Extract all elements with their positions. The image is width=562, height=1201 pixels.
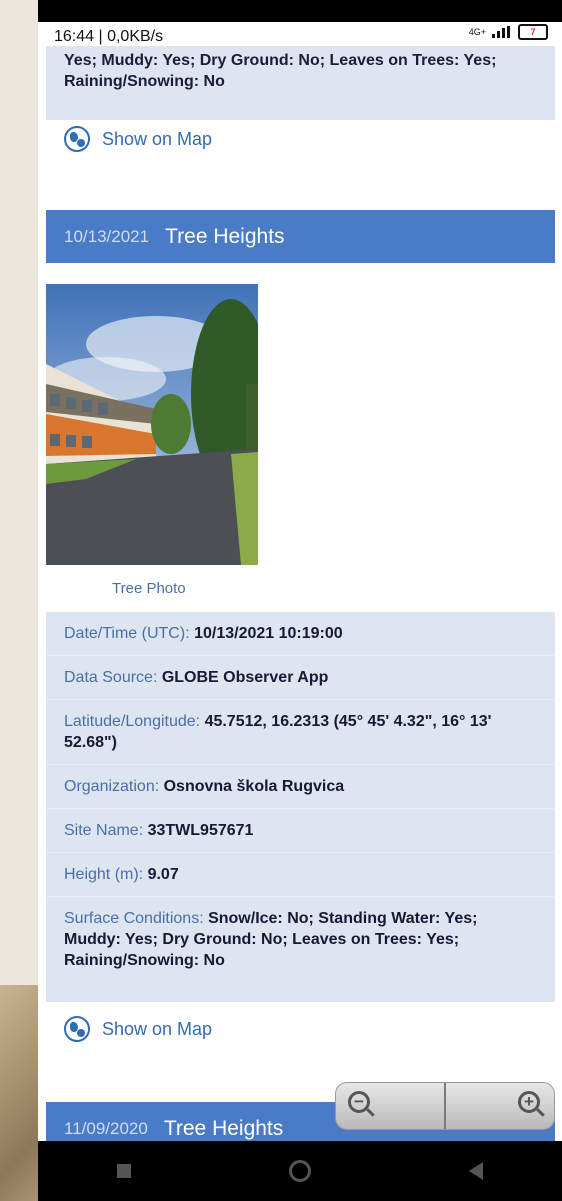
network-type: 4G+ [468, 27, 486, 37]
detail-row-organization: Organization: Osnovna škola Rugvica [46, 765, 555, 809]
nav-home-icon[interactable] [289, 1160, 311, 1182]
zoom-in-button[interactable]: + [444, 1083, 554, 1129]
detail-row-datetime: Date/Time (UTC): 10/13/2021 10:19:00 [46, 612, 555, 656]
show-on-map-label: Show on Map [102, 128, 213, 149]
entry-details: Date/Time (UTC): 10/13/2021 10:19:00 Dat… [46, 612, 555, 1002]
entry-header: 10/13/2021 Tree Heights [46, 210, 555, 263]
zoom-out-icon: − [348, 1091, 370, 1113]
detail-row-height: Height (m): 9.07 [46, 853, 555, 897]
detail-row-latlong: Latitude/Longitude: 45.7512, 16.2313 (45… [46, 700, 555, 765]
detail-row-site: Site Name: 33TWL957671 [46, 809, 555, 853]
detail-row-surface: Surface Conditions: Snow/Ice: No; Standi… [64, 910, 478, 969]
zoom-out-button[interactable]: − [336, 1083, 444, 1129]
system-nav-bar [38, 1141, 562, 1201]
globe-icon [64, 126, 90, 152]
show-on-map-label: Show on Map [102, 1018, 213, 1039]
phone-screen: 16:44 | 0,0KB/s 4G+ 7 Yes; Muddy: Yes; D… [38, 0, 562, 1201]
zoom-control: − + [335, 1082, 555, 1130]
entry-title: Tree Heights [163, 1116, 284, 1140]
show-on-map-link[interactable]: Show on Map [64, 126, 212, 152]
entry-title: Tree Heights [165, 224, 285, 248]
tree-photo[interactable] [46, 284, 258, 565]
status-icons: 4G+ 7 [469, 24, 548, 40]
surface-conditions-value: Yes; Muddy: Yes; Dry Ground: No; Leaves … [64, 52, 497, 90]
entry-date: 10/13/2021 [64, 226, 150, 246]
status-time: 16:44 | 0,0KB/s [54, 28, 164, 45]
status-bar [38, 0, 562, 22]
signal-icon [492, 26, 512, 38]
nav-recents-icon[interactable] [117, 1164, 131, 1178]
show-on-map-link[interactable]: Show on Map [64, 1016, 212, 1042]
entry-date: 11/09/2020 [64, 1118, 148, 1138]
tree-photo-caption: Tree Photo [112, 580, 186, 597]
nav-back-icon[interactable] [469, 1162, 483, 1180]
detail-row-source: Data Source: GLOBE Observer App [46, 656, 555, 700]
globe-icon [64, 1016, 90, 1042]
previous-entry-details: Yes; Muddy: Yes; Dry Ground: No; Leaves … [46, 46, 555, 120]
zoom-in-icon: + [518, 1091, 540, 1113]
battery-icon: 7 [518, 24, 548, 40]
